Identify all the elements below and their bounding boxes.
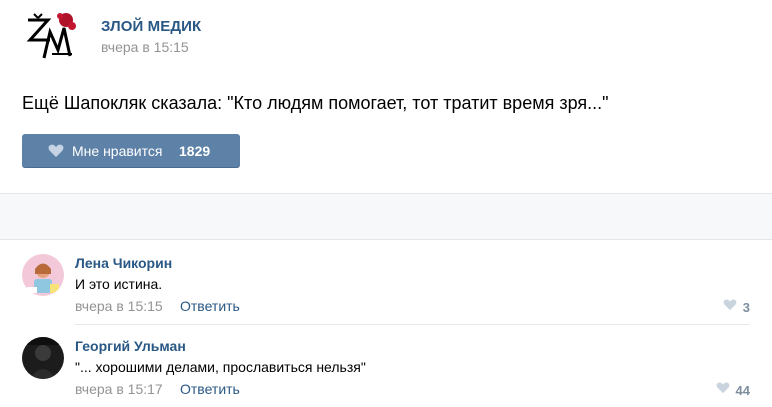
heart-icon [48, 144, 64, 158]
comment-author[interactable]: Лена Чикорин [75, 255, 172, 271]
comment-author[interactable]: Георгий Ульман [75, 338, 186, 354]
comment-like-count: 3 [742, 299, 750, 315]
post-date[interactable]: вчера в 15:15 [101, 39, 189, 55]
zm-logo-icon[interactable] [22, 10, 80, 64]
avatar[interactable] [22, 337, 64, 379]
comment-item: Георгий Ульман "... хорошими делами, про… [0, 323, 772, 407]
avatar[interactable] [22, 254, 64, 296]
heart-icon [723, 298, 737, 316]
comment-like-button[interactable]: 44 [716, 381, 750, 399]
comment-text: И это истина. [75, 276, 163, 292]
like-count: 1829 [179, 143, 211, 159]
comment-date[interactable]: вчера в 15:15 [75, 298, 163, 314]
like-label: Мне нравится [72, 143, 163, 159]
comment-item: Лена Чикорин И это истина. вчера в 15:15… [0, 240, 772, 324]
comment-date[interactable]: вчера в 15:17 [75, 381, 163, 397]
post-author[interactable]: ЗЛОЙ МЕДИК [101, 18, 201, 35]
post-text: Ещё Шапокляк сказала: "Кто людям помогае… [22, 93, 609, 113]
comment-text: "... хорошими делами, прославиться нельз… [75, 359, 366, 375]
comment-like-button[interactable]: 3 [723, 298, 750, 316]
reply-link[interactable]: Ответить [180, 298, 240, 314]
post-divider [0, 193, 772, 240]
reply-link[interactable]: Ответить [180, 381, 240, 397]
post: ЗЛОЙ МЕДИК вчера в 15:15 Ещё Шапокляк ск… [0, 0, 772, 193]
comment-like-count: 44 [735, 382, 750, 398]
heart-icon [716, 381, 730, 399]
like-button[interactable]: Мне нравится 1829 [22, 134, 240, 168]
